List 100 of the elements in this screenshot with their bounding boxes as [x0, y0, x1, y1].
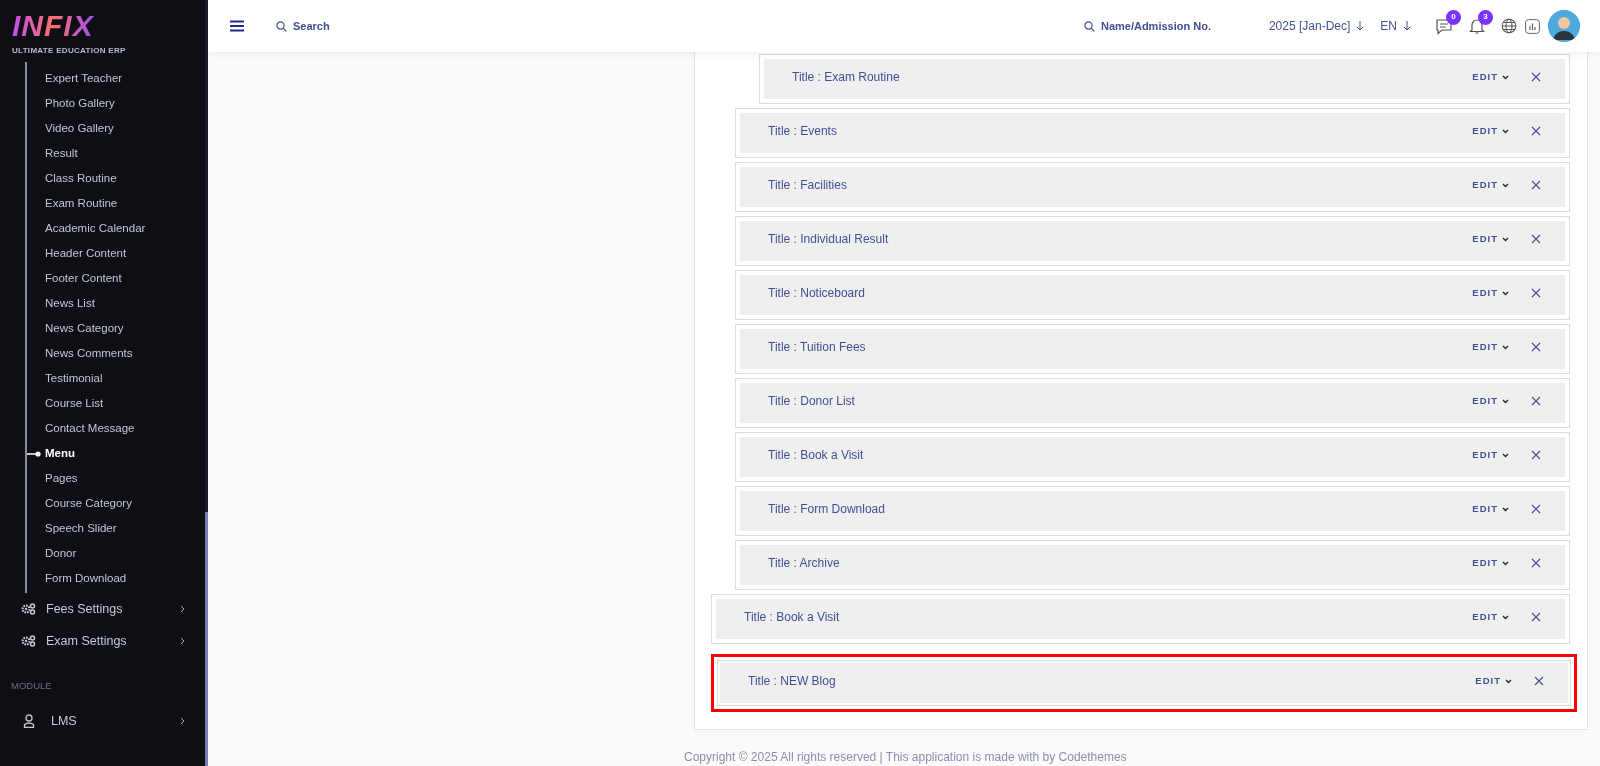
sidebar-link[interactable]: Form Download — [45, 569, 127, 588]
menu-item-title: Title : Book a Visit — [744, 609, 841, 626]
menu-item[interactable]: Title : NEW Blog EDIT — [711, 654, 1577, 712]
menu-item[interactable]: Title : Book a Visit EDIT — [711, 594, 1570, 644]
sidebar-link[interactable]: Pages — [45, 469, 78, 488]
caret-icon — [1502, 614, 1509, 620]
menu-item[interactable]: Title : Events EDIT — [735, 108, 1570, 158]
close-button[interactable] — [1534, 676, 1544, 686]
sidebar-group[interactable]: Fees Settings — [0, 593, 205, 625]
avatar[interactable] — [1548, 10, 1580, 42]
close-button[interactable] — [1531, 504, 1541, 514]
close-icon — [1531, 72, 1541, 82]
chart-icon[interactable] — [1525, 18, 1540, 34]
chat-icon[interactable] — [1435, 17, 1453, 35]
edit-dropdown[interactable]: EDIT — [1472, 447, 1509, 463]
scrollbar[interactable] — [205, 512, 208, 766]
menu-item-title: Title : NEW Blog — [748, 673, 837, 690]
edit-dropdown[interactable]: EDIT — [1472, 609, 1509, 625]
menu-item[interactable]: Title : Form Download EDIT — [735, 486, 1570, 536]
close-button[interactable] — [1531, 612, 1541, 622]
sidebar-link[interactable]: Photo Gallery — [45, 94, 115, 113]
sidebar-link[interactable]: Contact Message — [45, 419, 135, 438]
edit-dropdown[interactable]: EDIT — [1472, 339, 1509, 355]
close-button[interactable] — [1531, 342, 1541, 352]
menu-item[interactable]: Title : Noticeboard EDIT — [735, 270, 1570, 320]
sidebar-link[interactable]: Speech Slider — [45, 519, 117, 538]
logo-tagline: ULTIMATE EDUCATION ERP — [12, 45, 127, 57]
person-icon — [23, 714, 35, 729]
sidebar-link[interactable]: Course Category — [45, 494, 132, 513]
edit-dropdown[interactable]: EDIT — [1472, 69, 1509, 85]
close-icon — [1531, 288, 1541, 298]
menu-item[interactable]: Title : Facilities EDIT — [735, 162, 1570, 212]
sidebar-link[interactable]: Testimonial — [45, 369, 103, 388]
arrow-down-icon — [1403, 21, 1411, 31]
close-button[interactable] — [1531, 126, 1541, 136]
menu-item-title: Title : Tuition Fees — [768, 339, 867, 356]
menu-item[interactable]: Title : Exam Routine EDIT — [759, 54, 1570, 104]
close-button[interactable] — [1531, 72, 1541, 82]
sidebar-link[interactable]: Result — [45, 144, 78, 163]
close-icon — [1531, 450, 1541, 460]
sidebar-link[interactable]: Header Content — [45, 244, 127, 263]
student-search-field[interactable]: Name/Admission No. — [1094, 17, 1245, 35]
arrow-down-icon — [1356, 21, 1365, 31]
chevron-right-icon — [180, 605, 185, 613]
sidebar-link[interactable]: Expert Teacher — [45, 69, 123, 88]
edit-dropdown[interactable]: EDIT — [1472, 501, 1509, 517]
close-button[interactable] — [1531, 234, 1541, 244]
menu-item[interactable]: Title : Book a Visit EDIT — [735, 432, 1570, 482]
menu-item-title: Title : Events — [768, 123, 838, 140]
menu-item[interactable]: Title : Archive EDIT — [735, 540, 1570, 590]
edit-dropdown[interactable]: EDIT — [1475, 673, 1512, 689]
menu-item-title: Title : Form Download — [768, 501, 886, 518]
sidebar-link[interactable]: Exam Routine — [45, 194, 118, 213]
close-icon — [1531, 234, 1541, 244]
bell-icon[interactable] — [1469, 17, 1485, 35]
edit-dropdown[interactable]: EDIT — [1472, 393, 1509, 409]
close-button[interactable] — [1531, 450, 1541, 460]
caret-icon — [1502, 506, 1509, 512]
sidebar-link[interactable]: Menu — [45, 444, 76, 463]
menu-item[interactable]: Title : Tuition Fees EDIT — [735, 324, 1570, 374]
menu-icon[interactable] — [230, 20, 244, 32]
session-dropdown[interactable]: 2025 [Jan-Dec] — [1268, 17, 1365, 35]
sidebar-group[interactable]: LMS — [0, 705, 205, 738]
search-field[interactable]: Search — [287, 17, 427, 35]
close-icon — [1531, 126, 1541, 136]
close-button[interactable] — [1531, 180, 1541, 190]
sidebar-link[interactable]: Class Routine — [45, 169, 117, 188]
menu-item[interactable]: Title : Individual Result EDIT — [735, 216, 1570, 266]
caret-icon — [1502, 344, 1509, 350]
footer-text: Copyright © 2025 All rights reserved | This application is made with by Codethemes — [684, 749, 1128, 766]
menu-item-title: Title : Individual Result — [768, 231, 890, 248]
close-button[interactable] — [1531, 288, 1541, 298]
section-label: MODULE — [10, 679, 53, 693]
sidebar-link[interactable]: Donor — [45, 544, 77, 563]
close-icon — [1531, 504, 1541, 514]
language-dropdown[interactable]: EN — [1380, 17, 1411, 35]
sidebar-link[interactable]: News Comments — [45, 344, 133, 363]
sidebar-link[interactable]: Video Gallery — [45, 119, 114, 138]
sidebar-group[interactable]: Exam Settings — [0, 625, 205, 657]
caret-icon — [1502, 182, 1509, 188]
close-button[interactable] — [1531, 396, 1541, 406]
sidebar-link[interactable]: News List — [45, 294, 95, 313]
edit-dropdown[interactable]: EDIT — [1472, 123, 1509, 139]
notification-count: 3 — [1478, 9, 1493, 25]
close-button[interactable] — [1531, 558, 1541, 568]
message-count: 0 — [1446, 9, 1461, 25]
sidebar-link[interactable]: Academic Calendar — [45, 219, 146, 238]
edit-dropdown[interactable]: EDIT — [1472, 285, 1509, 301]
edit-dropdown[interactable]: EDIT — [1472, 177, 1509, 193]
close-icon — [1531, 180, 1541, 190]
sidebar-link[interactable]: News Category — [45, 319, 124, 338]
menu-item-title: Title : Book a Visit — [768, 447, 865, 464]
sidebar-link[interactable]: Footer Content — [45, 269, 122, 288]
sidebar-link[interactable]: Course List — [45, 394, 104, 413]
menu-item-title: Title : Archive — [768, 555, 841, 572]
edit-dropdown[interactable]: EDIT — [1472, 555, 1509, 571]
menu-item[interactable]: Title : Donor List EDIT — [735, 378, 1570, 428]
globe-icon[interactable] — [1501, 18, 1517, 34]
edit-dropdown[interactable]: EDIT — [1472, 231, 1509, 247]
search-icon — [1083, 20, 1095, 32]
